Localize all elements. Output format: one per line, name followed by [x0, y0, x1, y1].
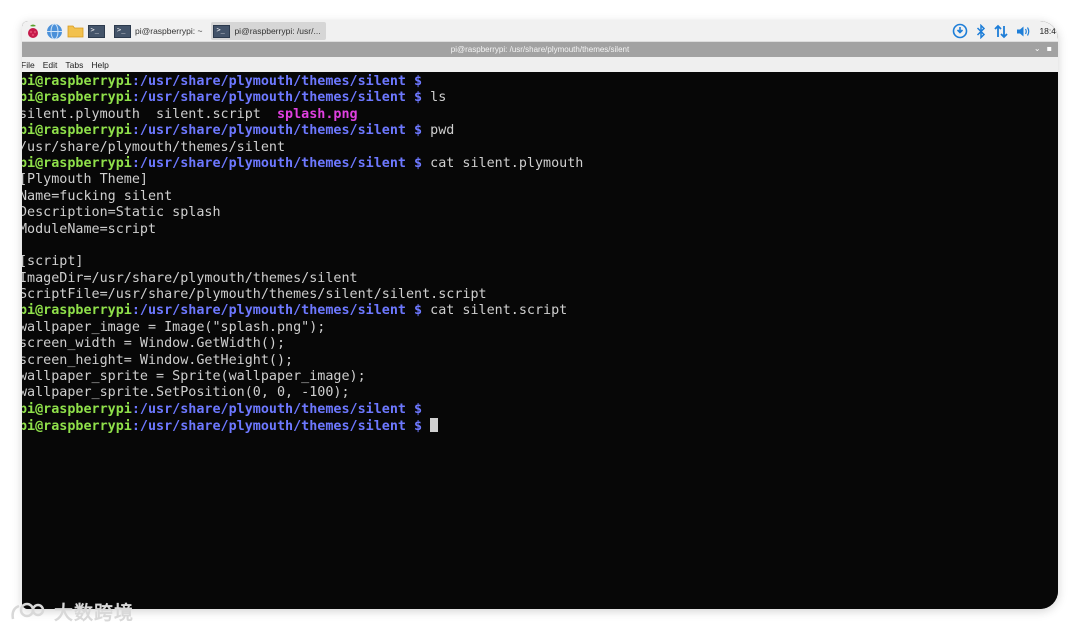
terminal-line: /usr/share/plymouth/themes/silent [22, 140, 1058, 156]
output-text: [Plymouth Theme] [22, 172, 148, 188]
taskbar-item-active-terminal[interactable]: pi@raspberrypi: /usr/... [211, 22, 326, 40]
maximize-button[interactable]: ▪ [1047, 44, 1052, 53]
terminal-line: Description=Static splash [22, 205, 1058, 221]
prompt-path: :/usr/share/plymouth/themes/silent $ [131, 401, 423, 417]
ls-output-image-file: splash.png [276, 106, 358, 122]
taskbar-item-home-terminal[interactable]: pi@raspberrypi: ~ [112, 22, 207, 40]
terminal-line: Name=fucking silent [22, 189, 1058, 205]
terminal-line: wallpaper_sprite.SetPosition(0, 0, -100)… [22, 385, 1058, 401]
prompt-user: pi@raspberrypi [22, 123, 132, 139]
globe-icon[interactable] [45, 22, 63, 40]
terminal-line: pi@raspberrypi:/usr/share/plymouth/theme… [22, 303, 1058, 319]
text-cursor [430, 418, 439, 433]
command-text [422, 419, 430, 434]
folder-icon[interactable] [66, 22, 84, 40]
terminal-line: silent.plymouth silent.script splash.png [22, 107, 1058, 123]
network-icon[interactable] [994, 24, 1009, 39]
terminal-icon [213, 24, 231, 38]
system-tray: 18:4 [944, 21, 1058, 41]
prompt-user: pi@raspberrypi [22, 401, 132, 417]
watermark: 大数跨境 [10, 598, 134, 625]
terminal-line: pi@raspberrypi:/usr/share/plymouth/theme… [22, 418, 1058, 434]
volume-icon[interactable] [1016, 25, 1031, 38]
prompt-path: :/usr/share/plymouth/themes/silent $ [131, 74, 423, 89]
window-title: pi@raspberrypi: /usr/share/plymouth/them… [450, 45, 630, 54]
menu-edit[interactable]: Edit [43, 60, 58, 70]
output-text: screen_height= Window.GetHeight(); [22, 352, 294, 368]
output-text: ImageDir=/usr/share/plymouth/themes/sile… [22, 270, 358, 286]
output-text: wallpaper_sprite = Sprite(wallpaper_imag… [22, 369, 366, 385]
terminal-line: pi@raspberrypi:/usr/share/plymouth/theme… [22, 402, 1058, 418]
menu-file[interactable]: File [22, 60, 35, 70]
prompt-user: pi@raspberrypi [22, 303, 132, 319]
terminal-line: pi@raspberrypi:/usr/share/plymouth/theme… [22, 90, 1058, 106]
output-text: ScriptFile=/usr/share/plymouth/themes/si… [22, 287, 487, 303]
launcher [22, 21, 108, 41]
prompt-path: :/usr/share/plymouth/themes/silent $ [131, 155, 423, 171]
menu-bar: File Edit Tabs Help [22, 57, 1058, 72]
output-text: ModuleName=script [22, 221, 157, 237]
watermark-logo-icon [11, 602, 45, 619]
terminal-line: screen_height= Window.GetHeight(); [22, 353, 1058, 369]
prompt-path: :/usr/share/plymouth/themes/silent $ [131, 123, 423, 139]
raspberry-icon[interactable] [24, 22, 42, 40]
prompt-path: :/usr/share/plymouth/themes/silent $ [131, 303, 423, 319]
minimize-button[interactable]: ⌄ [1034, 44, 1041, 53]
command-text: ls [422, 90, 447, 106]
terminal-line: pi@raspberrypi:/usr/share/plymouth/theme… [22, 156, 1058, 172]
prompt-user: pi@raspberrypi [22, 74, 132, 89]
terminal-line: ScriptFile=/usr/share/plymouth/themes/si… [22, 287, 1058, 303]
bluetooth-icon[interactable] [976, 23, 986, 39]
output-text: /usr/share/plymouth/themes/silent [22, 139, 286, 155]
update-icon[interactable] [952, 23, 968, 39]
menu-tabs[interactable]: Tabs [65, 60, 83, 70]
terminal-line: [script] [22, 254, 1058, 270]
command-text: cat silent.script [422, 303, 568, 319]
output-text: Name=fucking silent [22, 188, 173, 204]
prompt-user: pi@raspberrypi [22, 419, 132, 435]
prompt-path: :/usr/share/plymouth/themes/silent $ [131, 419, 423, 435]
window-titlebar[interactable]: pi@raspberrypi: /usr/share/plymouth/them… [22, 42, 1058, 57]
terminal-line: pi@raspberrypi:/usr/share/plymouth/theme… [22, 74, 1058, 90]
output-text: [script] [22, 254, 84, 270]
prompt-user: pi@raspberrypi [22, 155, 132, 171]
terminal-output[interactable]: pi@raspberrypi:/usr/share/plymouth/theme… [22, 73, 1058, 609]
terminal-line: wallpaper_sprite = Sprite(wallpaper_imag… [22, 369, 1058, 385]
terminal-line: pi@raspberrypi:/usr/share/plymouth/theme… [22, 123, 1058, 139]
terminal-line: screen_width = Window.GetWidth(); [22, 336, 1058, 352]
terminal-line: ModuleName=script [22, 222, 1058, 238]
command-text: cat silent.plymouth [422, 155, 584, 171]
window-controls: ⌄ ▪ [1028, 44, 1052, 53]
output-text: Description=Static splash [22, 205, 221, 221]
terminal-line: [Plymouth Theme] [22, 172, 1058, 188]
terminal-line: ImageDir=/usr/share/plymouth/themes/sile… [22, 271, 1058, 287]
clock[interactable]: 18:4 [1039, 26, 1056, 36]
terminal-icon [114, 24, 131, 38]
command-text: pwd [422, 123, 455, 139]
terminal-line: wallpaper_image = Image("splash.png"); [22, 320, 1058, 336]
top-panel: pi@raspberrypi: ~ pi@raspberrypi: /usr/.… [22, 21, 1058, 42]
terminal-icon[interactable] [87, 22, 105, 40]
prompt-user: pi@raspberrypi [22, 90, 132, 106]
desktop-screen: pi@raspberrypi: ~ pi@raspberrypi: /usr/.… [22, 21, 1058, 609]
output-text: wallpaper_image = Image("splash.png"); [22, 319, 326, 335]
prompt-path: :/usr/share/plymouth/themes/silent $ [131, 90, 423, 106]
menu-help[interactable]: Help [91, 60, 108, 70]
output-text: wallpaper_sprite.SetPosition(0, 0, -100)… [22, 385, 350, 401]
ls-output-files: silent.plymouth silent.script [22, 106, 277, 122]
output-text: screen_width = Window.GetWidth(); [22, 336, 286, 352]
